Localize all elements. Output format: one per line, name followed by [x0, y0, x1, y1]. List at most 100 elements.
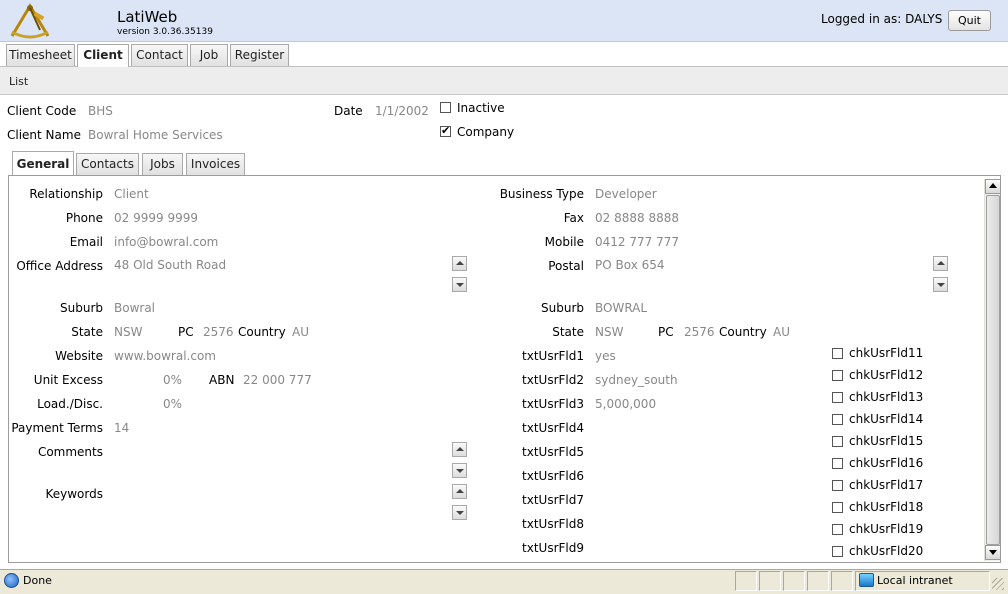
chk-user-field-checkbox[interactable] — [832, 392, 843, 403]
email-label: Email — [69, 235, 103, 249]
load-disc-value[interactable]: 0% — [163, 397, 182, 411]
country-value[interactable]: AU — [292, 325, 309, 339]
country-label: Country — [238, 325, 286, 339]
office-address-value[interactable]: 48 Old South Road — [114, 258, 226, 272]
suburb-label: Suburb — [60, 301, 103, 315]
scroll-up-arrow-icon[interactable] — [985, 179, 1001, 194]
txt-user-field-label: txtUsrFld9 — [522, 541, 584, 555]
postal-scroll-up-icon[interactable] — [933, 256, 948, 271]
tab-job[interactable]: Job — [190, 44, 228, 66]
quit-button[interactable]: Quit — [948, 10, 991, 31]
status-panel — [831, 571, 853, 591]
postal-value[interactable]: PO Box 654 — [595, 258, 665, 272]
list-link[interactable]: List — [9, 75, 28, 88]
comments-scroll-down-icon[interactable] — [452, 463, 467, 478]
chk-user-field-checkbox[interactable] — [832, 348, 843, 359]
status-panel — [759, 571, 781, 591]
tab-timesheet[interactable]: Timesheet — [6, 44, 75, 66]
chk-user-field-checkbox[interactable] — [832, 370, 843, 381]
fax-value[interactable]: 02 8888 8888 — [595, 211, 679, 225]
fax-label: Fax — [563, 211, 584, 225]
chk-user-field-label: chkUsrFld14 — [849, 412, 924, 426]
right-suburb-value[interactable]: BOWRAL — [595, 301, 647, 315]
comments-label: Comments — [37, 445, 103, 459]
chk-user-field-label: chkUsrFld17 — [849, 478, 924, 492]
txt-user-field-label: txtUsrFld7 — [522, 493, 584, 507]
txt-user-field-value[interactable]: 5,000,000 — [595, 397, 656, 411]
tab-invoices[interactable]: Invoices — [186, 153, 245, 175]
tab-register[interactable]: Register — [230, 44, 289, 66]
tab-contacts[interactable]: Contacts — [76, 153, 139, 175]
postal-scroll-down-icon[interactable] — [933, 277, 948, 292]
client-code-label: Client Code — [7, 104, 77, 118]
business-type-label: Business Type — [499, 187, 584, 201]
chk-user-field-label: chkUsrFld19 — [849, 522, 924, 536]
unit-excess-value[interactable]: 0% — [163, 373, 182, 387]
keywords-scroll-down-icon[interactable] — [452, 505, 467, 520]
tab-jobs[interactable]: Jobs — [142, 153, 183, 175]
client-name-label: Client Name — [7, 128, 81, 142]
phone-label: Phone — [65, 211, 103, 225]
pc-label: PC — [178, 325, 194, 339]
chk-user-field-label: chkUsrFld11 — [849, 346, 924, 360]
right-state-value[interactable]: NSW — [595, 325, 623, 339]
chk-user-field-checkbox[interactable] — [832, 546, 843, 557]
office-address-scroll-down-icon[interactable] — [452, 277, 467, 292]
txt-user-field-label: txtUsrFld6 — [522, 469, 584, 483]
tab-general[interactable]: General — [12, 151, 74, 176]
chk-user-field-label: chkUsrFld16 — [849, 456, 924, 470]
keywords-scroll-up-icon[interactable] — [452, 484, 467, 499]
suburb-value[interactable]: Bowral — [114, 301, 155, 315]
scroll-down-arrow-icon[interactable] — [985, 545, 1001, 560]
email-value[interactable]: info@bowral.com — [114, 235, 218, 249]
chk-user-field-checkbox[interactable] — [832, 502, 843, 513]
load-disc-label: Load./Disc. — [37, 397, 103, 411]
keywords-label: Keywords — [45, 487, 103, 501]
tab-client[interactable]: Client — [77, 44, 129, 68]
office-address-label: Office Address — [16, 259, 103, 273]
scroll-thumb[interactable] — [986, 195, 1000, 545]
list-toolbar — [0, 67, 1008, 95]
inactive-checkbox[interactable] — [440, 102, 451, 113]
comments-scroll-up-icon[interactable] — [452, 442, 467, 457]
app-version: version 3.0.36.35139 — [117, 27, 213, 37]
tab-contact[interactable]: Contact — [131, 44, 188, 66]
abn-value[interactable]: 22 000 777 5 — [243, 373, 314, 387]
txt-user-field-value[interactable]: sydney_south — [595, 373, 678, 387]
client-code-value[interactable]: BHS — [88, 104, 113, 118]
website-value[interactable]: www.bowral.com — [114, 349, 216, 363]
chk-user-field-checkbox[interactable] — [832, 524, 843, 535]
date-value[interactable]: 1/1/2002 — [375, 104, 429, 118]
business-type-value[interactable]: Developer — [595, 187, 657, 201]
chk-user-field-checkbox[interactable] — [832, 414, 843, 425]
chk-user-field-checkbox[interactable] — [832, 436, 843, 447]
payment-terms-value[interactable]: 14 — [114, 421, 129, 435]
panel-scrollbar[interactable] — [984, 179, 1001, 561]
sextant-logo-icon — [10, 3, 50, 39]
logged-in-user: Logged in as: DALYS — [821, 12, 943, 26]
abn-label: ABN — [209, 373, 235, 387]
chk-user-field-label: chkUsrFld15 — [849, 434, 924, 448]
pc-value[interactable]: 2576 — [203, 325, 234, 339]
status-panel — [807, 571, 829, 591]
company-checkbox[interactable]: ✔ — [440, 124, 451, 137]
chk-user-field-label: chkUsrFld18 — [849, 500, 924, 514]
relationship-value[interactable]: Client — [114, 187, 149, 201]
chk-user-field-checkbox[interactable] — [832, 480, 843, 491]
unit-excess-label: Unit Excess — [33, 373, 103, 387]
right-pc-value[interactable]: 2576 — [684, 325, 715, 339]
status-panel — [735, 571, 757, 591]
mobile-value[interactable]: 0412 777 777 — [595, 235, 679, 249]
right-country-value[interactable]: AU — [773, 325, 790, 339]
phone-value[interactable]: 02 9999 9999 — [114, 211, 198, 225]
status-text: Done — [23, 574, 52, 587]
txt-user-field-label: txtUsrFld8 — [522, 517, 584, 531]
chk-user-field-checkbox[interactable] — [832, 458, 843, 469]
state-value[interactable]: NSW — [114, 325, 142, 339]
payment-terms-label: Payment Terms — [11, 421, 103, 435]
client-name-value[interactable]: Bowral Home Services — [88, 128, 223, 142]
resize-grip-icon[interactable] — [992, 578, 1004, 590]
txt-user-field-label: txtUsrFld2 — [522, 373, 584, 387]
txt-user-field-value[interactable]: yes — [595, 349, 616, 363]
office-address-scroll-up-icon[interactable] — [452, 256, 467, 271]
